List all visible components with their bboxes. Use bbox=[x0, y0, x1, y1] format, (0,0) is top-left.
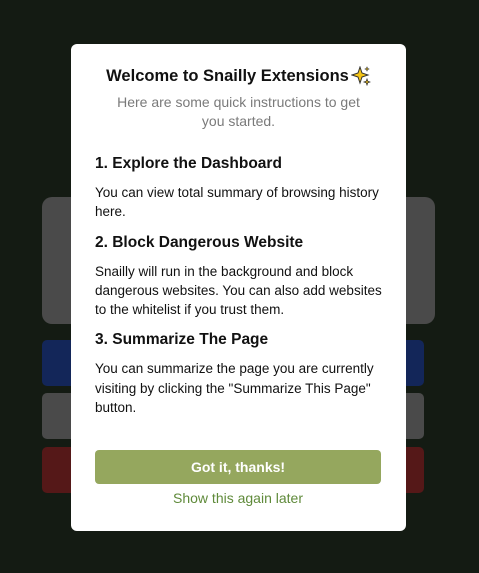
section-title: 3. Summarize The Page bbox=[95, 331, 269, 349]
section-text: You can summarize the page you are curre… bbox=[95, 361, 374, 416]
modal-title: Welcome to Snailly Extensions bbox=[106, 66, 349, 85]
section-text: You can view total summary of browsing h… bbox=[95, 185, 379, 220]
section-title: 1. Explore the Dashboard bbox=[95, 155, 282, 172]
sparkle-icon bbox=[350, 65, 372, 87]
instruction-dashboard: 1. Explore the Dashboard You can view to… bbox=[95, 154, 382, 222]
modal-subtitle: Here are some quick instructions to get … bbox=[117, 94, 360, 129]
instruction-summarize: 3. Summarize The Page You can summarize … bbox=[95, 330, 382, 417]
section-text: Snailly will run in the background and b… bbox=[95, 263, 382, 318]
section-title: 2. Block Dangerous Website bbox=[95, 233, 304, 251]
show-later-link[interactable]: Show this again later bbox=[95, 490, 381, 506]
instruction-block-website: 2. Block Dangerous Website Snailly will … bbox=[95, 233, 382, 320]
welcome-modal: Welcome to Snailly Extensions Here are s… bbox=[71, 44, 406, 531]
got-it-button[interactable]: Got it, thanks! bbox=[95, 450, 381, 484]
modal-title-row: Welcome to Snailly Extensions bbox=[95, 65, 382, 87]
